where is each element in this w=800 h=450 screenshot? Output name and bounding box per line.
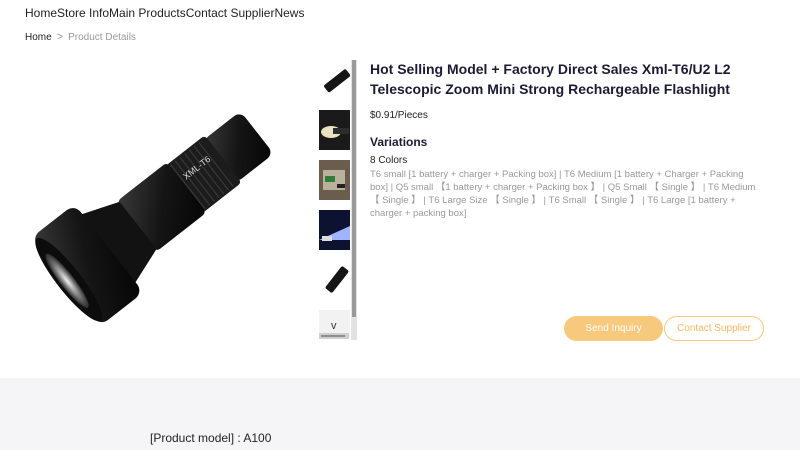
nav-home[interactable]: Home xyxy=(25,6,57,20)
nav-store-info[interactable]: Store Info xyxy=(57,6,109,20)
thumbnail-horizontal-scrollbar-thumb[interactable] xyxy=(321,335,345,337)
breadcrumb-current: Product Details xyxy=(68,31,136,43)
product-title: Hot Selling Model + Factory Direct Sales… xyxy=(370,61,731,97)
thumbnail-3[interactable] xyxy=(319,160,350,200)
variations-count: 8 Colors xyxy=(370,155,408,166)
contact-supplier-button[interactable]: Contact Supplier xyxy=(664,316,764,341)
thumbnail-horizontal-scrollbar[interactable] xyxy=(319,333,349,339)
nav-contact-supplier[interactable]: Contact Supplier xyxy=(186,6,275,20)
thumbnail-4[interactable] xyxy=(319,210,350,250)
nav-main-products[interactable]: Main Products xyxy=(109,6,186,20)
variations-list: T6 small [1 battery + charger + Packing … xyxy=(370,169,756,219)
chevron-down-icon[interactable]: v xyxy=(331,320,337,332)
thumbnail-1[interactable] xyxy=(319,61,350,101)
nav-news[interactable]: News xyxy=(274,6,304,20)
product-main-image: XML-T6 xyxy=(28,62,303,337)
flashlight-image: XML-T6 xyxy=(35,114,271,323)
breadcrumb-separator: > xyxy=(56,31,64,43)
thumbnail-scrollbar-thumb[interactable] xyxy=(352,60,356,317)
product-details-section: [Product model] : A100 xyxy=(0,378,800,450)
top-nav: Home Store Info Main Products Contact Su… xyxy=(25,6,304,20)
thumbnail-scrollbar[interactable] xyxy=(351,60,357,340)
breadcrumb: Home > Product Details xyxy=(25,31,136,43)
product-model: [Product model] : A100 xyxy=(150,431,272,445)
thumbnail-5[interactable] xyxy=(319,260,350,300)
breadcrumb-home[interactable]: Home xyxy=(25,32,52,43)
product-price: $0.91/Pieces xyxy=(370,110,428,121)
variations-heading: Variations xyxy=(370,135,428,149)
send-inquiry-button[interactable]: Send Inquiry xyxy=(564,316,663,341)
thumbnail-2[interactable] xyxy=(319,110,350,150)
